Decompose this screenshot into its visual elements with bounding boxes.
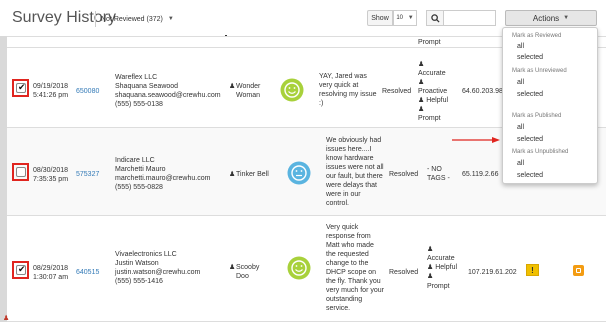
user-icon: ♟ (427, 273, 434, 280)
company-name: Vivaelectronics LLC (115, 251, 177, 258)
row-checkbox[interactable] (16, 264, 26, 275)
mark-reviewed-all[interactable]: all (517, 43, 524, 50)
user-icon: ♟ (418, 97, 425, 104)
survey-date: 08/29/2018 (33, 265, 69, 272)
contact-name: Marchetti Mauro (115, 166, 166, 173)
contact-name: Shaquana Seawood (115, 83, 179, 90)
contact-phone: (555) 555-0828 (115, 184, 163, 191)
no-tags-label: - NO TAGS - (427, 166, 450, 182)
neutral-face-icon (287, 161, 311, 185)
page-size-select[interactable]: 10 ▼ (393, 10, 417, 26)
actions-dropdown-menu: Mark as Reviewed all selected Mark as Un… (502, 27, 598, 184)
survey-date: 09/19/2018 (33, 83, 69, 90)
survey-comment: Very quick response from Matt who made t… (326, 224, 384, 312)
user-icon: ♟ (427, 264, 434, 271)
mark-unreviewed-all[interactable]: all (517, 79, 524, 86)
ticket-status: Resolved (389, 269, 419, 276)
show-label: Show (367, 10, 393, 26)
contact-email: shaquana.seawood@crewhu.com (115, 92, 221, 99)
contact-email: marchetti.mauro@crewhu.com (115, 175, 211, 182)
technician-name: Scooby Doo (236, 264, 260, 280)
table-row[interactable]: 08/29/2018 1:30:07 am 640515 Vivaelectro… (7, 216, 606, 322)
ip-address: 64.60.203.98 (462, 88, 503, 95)
tag-label: ♟ Helpful (418, 96, 448, 105)
filter-dropdown[interactable]: Not Reviewed (372) ▼ (95, 11, 174, 27)
contact-name: Justin Watson (115, 260, 159, 267)
table-left-stripe (0, 36, 7, 322)
contact-phone: (555) 555-1416 (115, 278, 163, 285)
user-icon: ♟ (418, 106, 425, 113)
tag-label: Prompt (418, 39, 441, 46)
user-icon: ♟ (229, 171, 236, 178)
technician-name: Wonder Woman (236, 83, 261, 99)
contact-email: justin.watson@crewhu.com (115, 269, 201, 276)
ip-address: 65.119.2.66 (462, 171, 499, 178)
technician-name: Tinker Bell (236, 171, 269, 178)
tag-label: Helpful (426, 97, 449, 104)
tag-label: Accurate (418, 70, 446, 77)
user-icon: ♟ (229, 264, 236, 271)
user-icon: ♟ (427, 246, 434, 253)
tag-label: Prompt (418, 115, 441, 122)
ticket-id-link[interactable]: 650080 (76, 87, 99, 96)
contact-phone: (555) 555-0138 (115, 101, 163, 108)
ticket-id-link[interactable]: 575327 (76, 170, 99, 179)
ticket-id-link[interactable]: 640515 (76, 268, 99, 277)
user-icon: ♟ (229, 83, 236, 90)
happy-face-icon (280, 78, 304, 102)
user-icon: ♟ (3, 315, 10, 322)
tag-label: Helpful (435, 264, 458, 271)
survey-time: 5:41:26 pm (33, 92, 69, 99)
mark-published-all[interactable]: all (517, 124, 524, 131)
mark-published-selected[interactable]: selected (517, 136, 543, 143)
caret-down-icon: ▼ (407, 15, 414, 21)
mark-unpublished-all[interactable]: all (517, 160, 524, 167)
mark-unpublished-selected[interactable]: selected (517, 172, 543, 179)
tag-label: Prompt (427, 283, 450, 290)
company-name: Indicare LLC (115, 157, 155, 164)
caret-down-icon: ▼ (563, 15, 570, 21)
ticket-status: Resolved (382, 88, 412, 95)
happy-face-icon (287, 256, 311, 280)
tag-label: ♟ Helpful (427, 263, 457, 272)
survey-time: 1:30:07 am (33, 274, 69, 281)
user-icon: ♟ (418, 61, 425, 68)
publish-icon[interactable] (573, 265, 584, 276)
survey-comment: We obviously had issues here....I know h… (326, 137, 384, 207)
dropdown-header: Mark as Published (512, 113, 562, 119)
dropdown-header: Mark as Unreviewed (512, 68, 567, 74)
ip-address: 107.219.61.202 (468, 269, 517, 276)
search-icon[interactable] (426, 10, 444, 26)
search-input[interactable] (443, 10, 496, 26)
ticket-status: Resolved (389, 171, 419, 178)
survey-comment: YAY, Jared was very quick at resolving m… (319, 73, 377, 107)
mark-unreviewed-selected[interactable]: selected (517, 91, 543, 98)
row-checkbox[interactable] (16, 82, 26, 93)
caret-down-icon: ▼ (167, 16, 174, 22)
page-size-value: 10 (396, 15, 404, 21)
survey-date: 08/30/2018 (33, 167, 69, 174)
alert-flag-icon[interactable]: ! (526, 264, 539, 276)
tag-label: Proactive (418, 88, 448, 95)
user-icon: ♟ (418, 79, 425, 86)
mark-reviewed-selected[interactable]: selected (517, 54, 543, 61)
filter-label: Not Reviewed (372) (101, 15, 163, 23)
tag-label: Accurate (427, 255, 455, 262)
dropdown-header: Mark as Reviewed (512, 33, 562, 39)
survey-time: 7:35:35 pm (33, 176, 69, 183)
row-checkbox[interactable] (16, 167, 26, 177)
actions-button[interactable]: Actions ▼ (505, 10, 597, 26)
company-name: Wareflex LLC (115, 74, 158, 81)
arrow-right-icon (452, 137, 500, 143)
actions-label: Actions (532, 13, 560, 23)
dropdown-header: Mark as Unpublished (512, 149, 569, 155)
